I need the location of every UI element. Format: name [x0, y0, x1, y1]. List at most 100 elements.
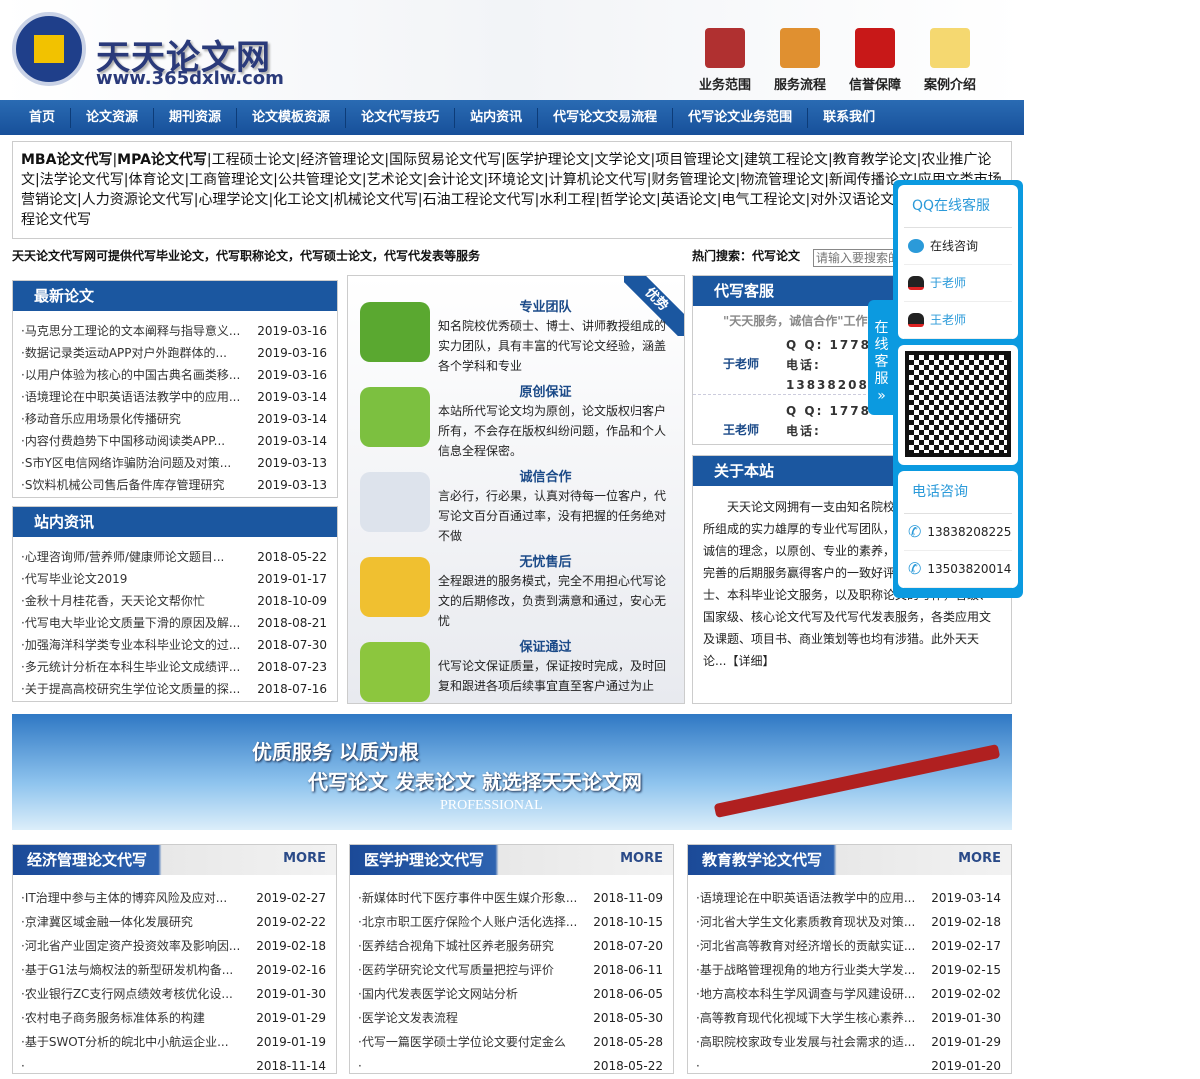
list-item[interactable]: ·代写电大毕业论文质量下滑的原因及解... 2018-08-21: [21, 612, 327, 634]
tag-link[interactable]: 项目管理论文: [655, 152, 739, 168]
list-item[interactable]: ·地方高校本科生学风调查与学风建设研... 2019-02-02: [696, 983, 1001, 1007]
logo-seal-icon[interactable]: [12, 12, 86, 86]
site-url[interactable]: www.365dxlw.com: [96, 68, 284, 89]
item-title[interactable]: ·心理咨询师/营养师/健康师论文题目...: [21, 546, 224, 568]
tag-link[interactable]: 心理学论文: [198, 192, 268, 208]
tag-link[interactable]: 经济管理论文: [300, 152, 384, 168]
list-item[interactable]: ·河北省大学生文化素质教育现状及对策... 2019-02-18: [696, 911, 1001, 935]
list-item[interactable]: ·医药学研究论文代写质量把控与评价 2018-06-11: [358, 959, 663, 983]
item-title[interactable]: ·河北省大学生文化素质教育现状及对策...: [696, 911, 915, 935]
list-item[interactable]: ·河北省高等教育对经济增长的贡献实证... 2019-02-17: [696, 935, 1001, 959]
list-item[interactable]: ·基于G1法与熵权法的新型研发机构备... 2019-02-16: [21, 959, 326, 983]
item-title[interactable]: ·IT治理中参与主体的博弈风险及应对...: [21, 887, 227, 911]
item-title[interactable]: ·地方高校本科生学风调查与学风建设研...: [696, 983, 915, 1007]
item-title[interactable]: ·以用户体验为核心的中国古典名画类移...: [21, 364, 240, 386]
list-item[interactable]: ·医养结合视角下城社区养老服务研究 2018-07-20: [358, 935, 663, 959]
item-title[interactable]: ·农业银行ZC支行网点绩效考核优化设...: [21, 983, 233, 1007]
item-title[interactable]: ·: [696, 1055, 700, 1079]
search-input[interactable]: [813, 249, 903, 267]
list-item[interactable]: ·京津冀区域金融一体化发展研究 2019-02-22: [21, 911, 326, 935]
list-item[interactable]: ·语境理论在中职英语语法教学中的应用... 2019-03-14: [696, 887, 1001, 911]
teacher-name[interactable]: 于老师: [723, 355, 759, 372]
tag-link[interactable]: 国际贸易论文代写: [389, 152, 501, 168]
list-item[interactable]: ·医学论文发表流程 2018-05-30: [358, 1007, 663, 1031]
item-title[interactable]: ·金秋十月桂花香，天天论文帮你忙: [21, 590, 205, 612]
list-item[interactable]: ·高职院校家政专业发展与社会需求的适... 2019-01-29: [696, 1031, 1001, 1055]
nav-item[interactable]: 论文资源: [71, 107, 155, 128]
nav-item[interactable]: 期刊资源: [154, 107, 238, 128]
more-link[interactable]: MORE: [958, 851, 1001, 866]
list-item[interactable]: ·河北省产业固定资产投资效率及影响因... 2019-02-18: [21, 935, 326, 959]
item-title[interactable]: ·基于SWOT分析的皖北中小航运企业...: [21, 1031, 229, 1055]
item-title[interactable]: ·河北省高等教育对经济增长的贡献实证...: [696, 935, 915, 959]
item-title[interactable]: ·代写一篇医学硕士学位论文要付定金么: [358, 1031, 566, 1055]
item-title[interactable]: ·医养结合视角下城社区养老服务研究: [358, 935, 554, 959]
list-item[interactable]: · 2018-05-22: [358, 1055, 663, 1079]
list-item[interactable]: ·关于提高高校研究生学位论文质量的探... 2018-07-16: [21, 678, 327, 700]
list-item[interactable]: · 2019-01-20: [696, 1055, 1001, 1079]
list-item[interactable]: ·代写一篇医学硕士学位论文要付定金么 2018-05-28: [358, 1031, 663, 1055]
promo-banner[interactable]: 优质服务 以质为根 代写论文 发表论文 就选择天天论文网 PROFESSIONA…: [12, 714, 1012, 830]
teacher-name[interactable]: 王老师: [723, 421, 759, 438]
list-item[interactable]: ·高等教育现代化视域下大学生核心素养... 2019-01-30: [696, 1007, 1001, 1031]
item-title[interactable]: ·内容付费趋势下中国移动阅读类APP...: [21, 430, 225, 452]
item-title[interactable]: ·京津冀区域金融一体化发展研究: [21, 911, 193, 935]
list-item[interactable]: ·语境理论在中职英语语法教学中的应用... 2019-03-14: [21, 386, 327, 408]
phone-item[interactable]: ✆ 13503820014: [904, 551, 1012, 588]
item-title[interactable]: ·S市Y区电信网络诈骗防治问题及对策...: [21, 452, 231, 474]
list-item[interactable]: ·IT治理中参与主体的博弈风险及应对... 2019-02-27: [21, 887, 326, 911]
more-link[interactable]: MORE: [620, 851, 663, 866]
tag-link[interactable]: 工程硕士论文: [212, 152, 296, 168]
list-item[interactable]: ·基于战略管理视角的地方行业类大学发... 2019-02-15: [696, 959, 1001, 983]
tag-link[interactable]: MBA论文代写: [21, 152, 112, 168]
tag-link[interactable]: 化工论文: [273, 192, 329, 208]
nav-item[interactable]: 论文代写技巧: [346, 107, 456, 128]
item-title[interactable]: ·移动音乐应用场景化传播研究: [21, 408, 181, 430]
tag-link[interactable]: 电气工程论文: [721, 192, 805, 208]
item-title[interactable]: ·高等教育现代化视域下大学生核心素养...: [696, 1007, 915, 1031]
tag-link[interactable]: 哲学论文: [600, 192, 656, 208]
online-service-tab[interactable]: 在线客服»: [868, 300, 895, 415]
list-item[interactable]: · 2018-11-14: [21, 1055, 326, 1079]
item-title[interactable]: ·国内代发表医学论文网站分析: [358, 983, 518, 1007]
qq-contact-item[interactable]: 王老师: [904, 302, 1012, 339]
list-item[interactable]: ·S市Y区电信网络诈骗防治问题及对策... 2019-03-13: [21, 452, 327, 474]
tag-link[interactable]: 机械论文代写: [334, 192, 418, 208]
item-title[interactable]: ·河北省产业固定资产投资效率及影响因...: [21, 935, 240, 959]
tag-link[interactable]: 医学护理论文: [506, 152, 590, 168]
tag-link[interactable]: 文学论文: [595, 152, 651, 168]
item-title[interactable]: ·语境理论在中职英语语法教学中的应用...: [696, 887, 915, 911]
tag-link[interactable]: 法学论文代写: [40, 172, 124, 188]
tag-link[interactable]: 公共管理论文: [278, 172, 362, 188]
item-title[interactable]: ·农村电子商务服务标准体系的构建: [21, 1007, 205, 1031]
list-item[interactable]: ·加强海洋科学类专业本科毕业论文的过... 2018-07-30: [21, 634, 327, 656]
tag-link[interactable]: 会计论文: [427, 172, 483, 188]
item-title[interactable]: ·多元统计分析在本科生毕业论文成绩评...: [21, 656, 240, 678]
list-item[interactable]: ·数据记录类运动APP对户外跑群体的... 2019-03-16: [21, 342, 327, 364]
tag-link[interactable]: 建筑工程论文: [744, 152, 828, 168]
item-title[interactable]: ·语境理论在中职英语语法教学中的应用...: [21, 386, 240, 408]
tag-link[interactable]: 计算机论文代写: [549, 172, 647, 188]
nav-item[interactable]: 联系我们: [808, 108, 890, 128]
list-item[interactable]: ·代写毕业论文2019 2019-01-17: [21, 568, 327, 590]
item-title[interactable]: ·基于G1法与熵权法的新型研发机构备...: [21, 959, 233, 983]
list-item[interactable]: ·农业银行ZC支行网点绩效考核优化设... 2019-01-30: [21, 983, 326, 1007]
tag-link[interactable]: 物流管理论文: [740, 172, 824, 188]
list-item[interactable]: ·以用户体验为核心的中国古典名画类移... 2019-03-16: [21, 364, 327, 386]
tag-link[interactable]: 体育论文: [128, 172, 184, 188]
item-title[interactable]: ·医学论文发表流程: [358, 1007, 458, 1031]
list-item[interactable]: ·心理咨询师/营养师/健康师论文题目... 2018-05-22: [21, 546, 327, 568]
item-title[interactable]: ·加强海洋科学类专业本科毕业论文的过...: [21, 634, 240, 656]
tag-link[interactable]: 对外汉语论文: [810, 192, 894, 208]
tag-link[interactable]: 英语论文: [661, 192, 717, 208]
item-title[interactable]: ·S饮料机械公司售后备件库存管理研究: [21, 474, 224, 496]
tag-link[interactable]: 石油工程论文代写: [423, 192, 535, 208]
list-item[interactable]: ·S饮料机械公司售后备件库存管理研究 2019-03-13: [21, 474, 327, 496]
qq-contact-item[interactable]: 在线咨询: [904, 228, 1012, 265]
item-title[interactable]: ·代写电大毕业论文质量下滑的原因及解...: [21, 612, 240, 634]
item-title[interactable]: ·关于提高高校研究生学位论文质量的探...: [21, 678, 240, 700]
item-title[interactable]: ·新媒体时代下医疗事件中医生媒介形象...: [358, 887, 577, 911]
list-item[interactable]: ·移动音乐应用场景化传播研究 2019-03-14: [21, 408, 327, 430]
hot-search-label[interactable]: 热门搜索：代写论文: [692, 247, 800, 264]
tag-link[interactable]: 水利工程: [539, 192, 595, 208]
